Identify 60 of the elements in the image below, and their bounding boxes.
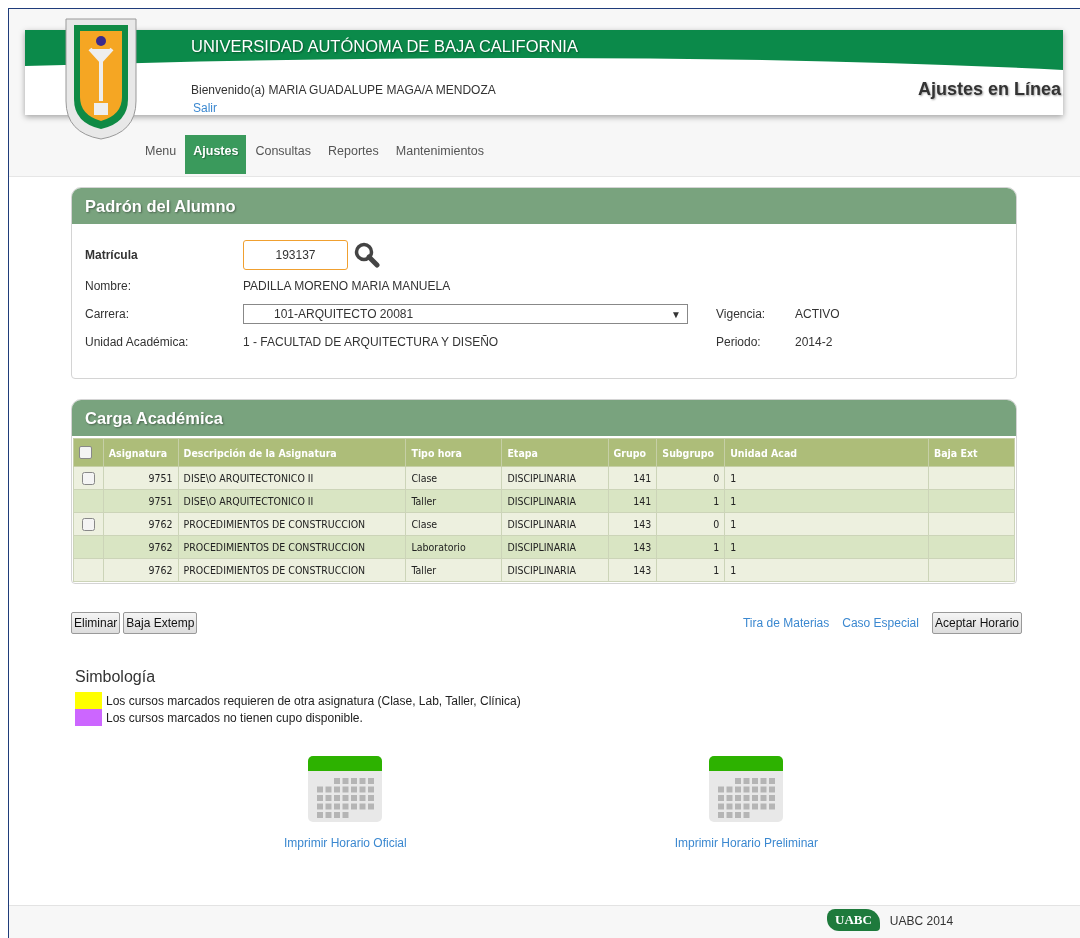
column-header: Baja Ext — [928, 438, 1015, 467]
nav-tab[interactable]: Mantenimientos — [387, 135, 492, 174]
footer-text: UABC 2014 — [889, 914, 954, 928]
action-link[interactable]: Tira de Materias — [743, 616, 830, 630]
print-link[interactable]: Imprimir Horario Oficial — [284, 836, 407, 850]
nav-tab[interactable]: Reportes — [320, 135, 387, 174]
caret-icon: ▼ — [671, 308, 681, 320]
field-value: ACTIVO — [795, 306, 841, 323]
table-cell: PROCEDIMIENTOS DE CONSTRUCCION — [178, 535, 406, 559]
column-header: Descripción de la Asignatura — [178, 438, 406, 467]
column-header: Etapa — [501, 438, 608, 467]
table-cell: 1 — [724, 489, 929, 513]
field-label: Unidad Académica: — [85, 334, 190, 351]
footer-logo: UABC — [827, 909, 880, 931]
field-label: Periodo: — [716, 334, 762, 351]
column-header: Unidad Acad — [724, 438, 929, 467]
legend-title: Simbología — [75, 668, 157, 686]
legend-text: Los cursos marcados no tienen cupo disponible. — [106, 710, 363, 725]
table-cell: 1 — [724, 535, 929, 559]
row-checkbox[interactable] — [81, 471, 95, 485]
panel-title: Padrón del Alumno — [85, 196, 236, 216]
calendar-icon[interactable] — [308, 756, 383, 822]
nav-tab[interactable]: Consultas — [247, 135, 320, 174]
logout-link[interactable]: Salir — [193, 101, 217, 115]
field-value: PADILLA MORENO MARIA MANUELA — [243, 278, 452, 295]
column-header: Asignatura — [103, 438, 179, 467]
select-all-checkbox[interactable] — [79, 446, 92, 460]
accept-button[interactable]: Aceptar Horario — [931, 612, 1022, 634]
action-button[interactable]: Eliminar — [71, 612, 121, 634]
legend-text: Los cursos marcados requieren de otra asignatura (Clase, Lab, Taller, Clínica) — [106, 693, 521, 708]
table-cell: 1 — [724, 512, 929, 536]
table-cell: 1 — [724, 466, 929, 490]
panel-title: Carga Académica — [85, 408, 223, 428]
column-header: Tipo hora — [405, 438, 502, 467]
field-value: 2014-2 — [795, 334, 834, 351]
column-header: Subgrupo — [656, 438, 725, 467]
field-label: Nombre: — [85, 278, 132, 295]
row-checkbox[interactable] — [81, 517, 95, 531]
university-title: UNIVERSIDAD AUTÓNOMA DE BAJA CALIFORNIA — [191, 37, 578, 56]
table-cell: DISE\O ARQUITECTONICO II — [178, 489, 406, 513]
table-cell: 1 — [724, 558, 929, 582]
search-icon[interactable] — [354, 242, 380, 268]
table-cell: PROCEDIMIENTOS DE CONSTRUCCION — [178, 512, 406, 536]
calendar-icon[interactable] — [709, 756, 784, 822]
nav-tab[interactable]: Ajustes — [185, 135, 247, 174]
career-select[interactable]: 101-ARQUITECTO 20081 ▼ — [243, 304, 688, 324]
column-header: Grupo — [608, 438, 657, 467]
app-title: Ajustes en Línea — [917, 79, 1061, 100]
welcome-text: Bienvenido(a) MARIA GUADALUPE MAGA/A MENDOZA — [191, 83, 496, 97]
print-link[interactable]: Imprimir Horario Preliminar — [674, 836, 819, 850]
action-link[interactable]: Caso Especial — [842, 616, 919, 630]
matricula-field[interactable]: 193137 — [243, 240, 348, 270]
field-label: Carrera: — [85, 306, 130, 323]
field-value: 1 - FACULTAD DE ARQUITECTURA Y DISEÑO — [243, 334, 500, 351]
action-button[interactable]: Baja Extemp — [123, 612, 198, 634]
field-label: Vigencia: — [716, 306, 767, 323]
table-cell: PROCEDIMIENTOS DE CONSTRUCCION — [178, 558, 406, 582]
field-label: Matrícula — [85, 247, 139, 264]
nav-tab[interactable]: Menu — [137, 135, 185, 174]
table-cell: DISE\O ARQUITECTONICO II — [178, 466, 406, 490]
